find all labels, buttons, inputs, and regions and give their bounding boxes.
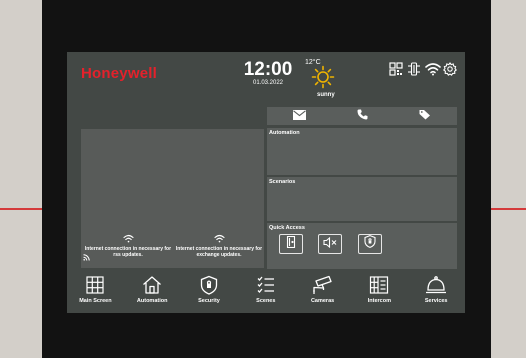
rss-feed-icon — [83, 248, 90, 266]
mute-icon — [323, 235, 337, 253]
right-marker-line — [491, 208, 526, 210]
clock-time: 12:00 — [243, 59, 293, 80]
rss-message-text: Internet connection in necessary for rss… — [84, 246, 172, 258]
weather-widget[interactable]: 12°C sunny — [305, 59, 345, 98]
tag-icon[interactable] — [419, 107, 431, 125]
clock: 12:00 01.03.2022 — [242, 59, 294, 87]
nav-automation[interactable]: Automation — [124, 273, 181, 313]
alarm-shield-icon — [364, 235, 376, 253]
quick-access-title: Quick Access — [269, 225, 305, 231]
nav-label: Services — [424, 298, 448, 304]
phone-icon[interactable] — [357, 107, 368, 125]
exchange-message-text: Internet connection in necessary for exc… — [175, 246, 263, 258]
status-bar — [389, 62, 457, 76]
mute-button[interactable] — [318, 234, 342, 254]
brand-logo: Honeywell — [81, 65, 157, 82]
nav-label: Security — [198, 298, 220, 304]
grid-icon — [86, 276, 104, 294]
home-icon — [143, 276, 162, 294]
rss-message: Internet connection in necessary for rss… — [83, 234, 173, 258]
nav-label: Automation — [136, 298, 168, 304]
nav-main-screen[interactable]: Main Screen — [67, 273, 124, 313]
automation-tile-title: Automation — [269, 130, 300, 136]
alarm-button[interactable] — [358, 234, 382, 254]
qr-code-icon[interactable] — [389, 62, 403, 76]
shield-icon — [200, 275, 218, 295]
nav-security[interactable]: Security — [181, 273, 238, 313]
wifi-icon — [213, 234, 225, 243]
quick-access-tile: Quick Access — [267, 223, 457, 269]
list-icon — [257, 276, 274, 293]
bell-icon — [426, 276, 447, 294]
nav-label: Main Screen — [79, 298, 112, 304]
nav-label: Cameras — [310, 298, 335, 304]
rss-feed-panel[interactable]: Internet connection in necessary for rss… — [81, 129, 264, 268]
door-icon — [286, 235, 296, 253]
nav-label: Scenes — [256, 298, 276, 304]
device-screen: Honeywell 12:00 01.03.2022 12°C sunny In… — [67, 52, 465, 313]
wifi-icon[interactable] — [425, 62, 441, 76]
nav-scenes[interactable]: Scenes — [237, 273, 294, 313]
left-marker-line — [0, 208, 42, 210]
nav-services[interactable]: Services — [408, 273, 465, 313]
intercom-icon — [370, 276, 389, 294]
exchange-message: Internet connection in necessary for exc… — [174, 234, 264, 258]
bottom-navigation: Main Screen Automation Security Scenes C… — [67, 273, 465, 313]
sun-icon — [311, 65, 335, 94]
communication-bar — [267, 107, 457, 125]
nav-intercom[interactable]: Intercom — [351, 273, 408, 313]
mail-icon[interactable] — [292, 107, 306, 125]
nav-label: Intercom — [367, 298, 391, 304]
weather-condition: sunny — [317, 92, 335, 98]
wifi-icon — [122, 234, 134, 243]
camera-icon — [312, 275, 332, 294]
door-button[interactable] — [279, 234, 303, 254]
nav-cameras[interactable]: Cameras — [294, 273, 351, 313]
settings-icon[interactable] — [443, 62, 457, 76]
automation-tile[interactable]: Automation — [267, 128, 457, 175]
scenarios-tile-title: Scenarios — [269, 179, 296, 185]
network-icon[interactable] — [407, 62, 421, 76]
scenarios-tile[interactable]: Scenarios — [267, 177, 457, 221]
clock-date: 01.03.2022 — [252, 80, 284, 86]
